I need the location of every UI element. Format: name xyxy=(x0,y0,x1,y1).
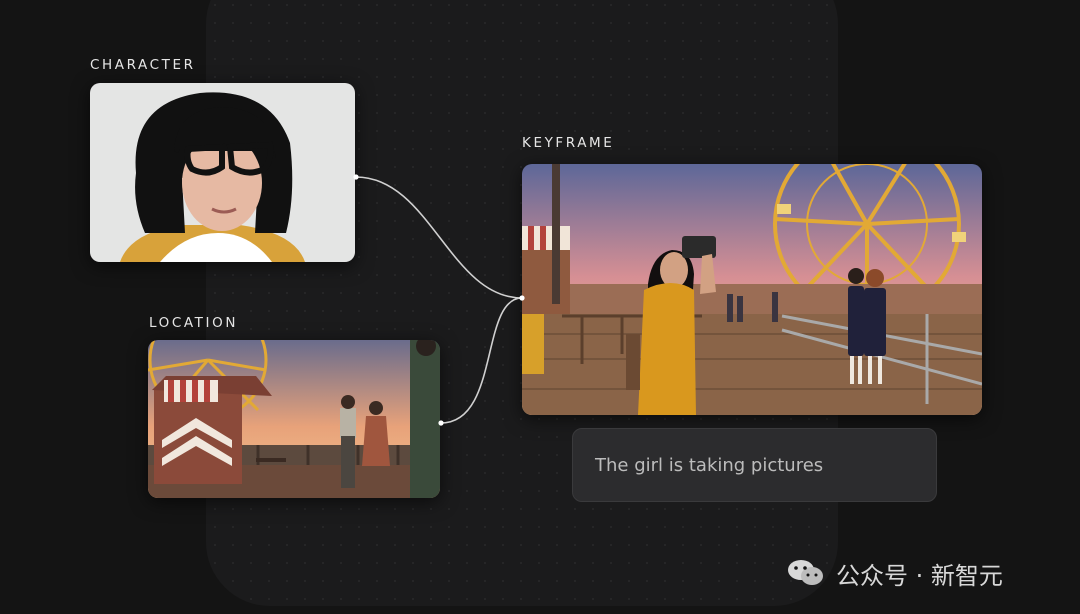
character-port[interactable] xyxy=(353,174,359,180)
location-port[interactable] xyxy=(438,420,444,426)
keyframe-port[interactable] xyxy=(519,295,525,301)
character-connector xyxy=(355,176,523,299)
wechat-icon xyxy=(788,560,823,585)
prompt-box[interactable]: The girl is taking pictures xyxy=(572,428,937,502)
watermark-text: 公众号 · 新智元 xyxy=(836,561,1003,590)
connector-lines xyxy=(353,174,525,426)
prompt-text: The girl is taking pictures xyxy=(595,455,824,476)
watermark: 公众号 · 新智元 xyxy=(786,556,1003,590)
location-connector xyxy=(440,297,523,424)
